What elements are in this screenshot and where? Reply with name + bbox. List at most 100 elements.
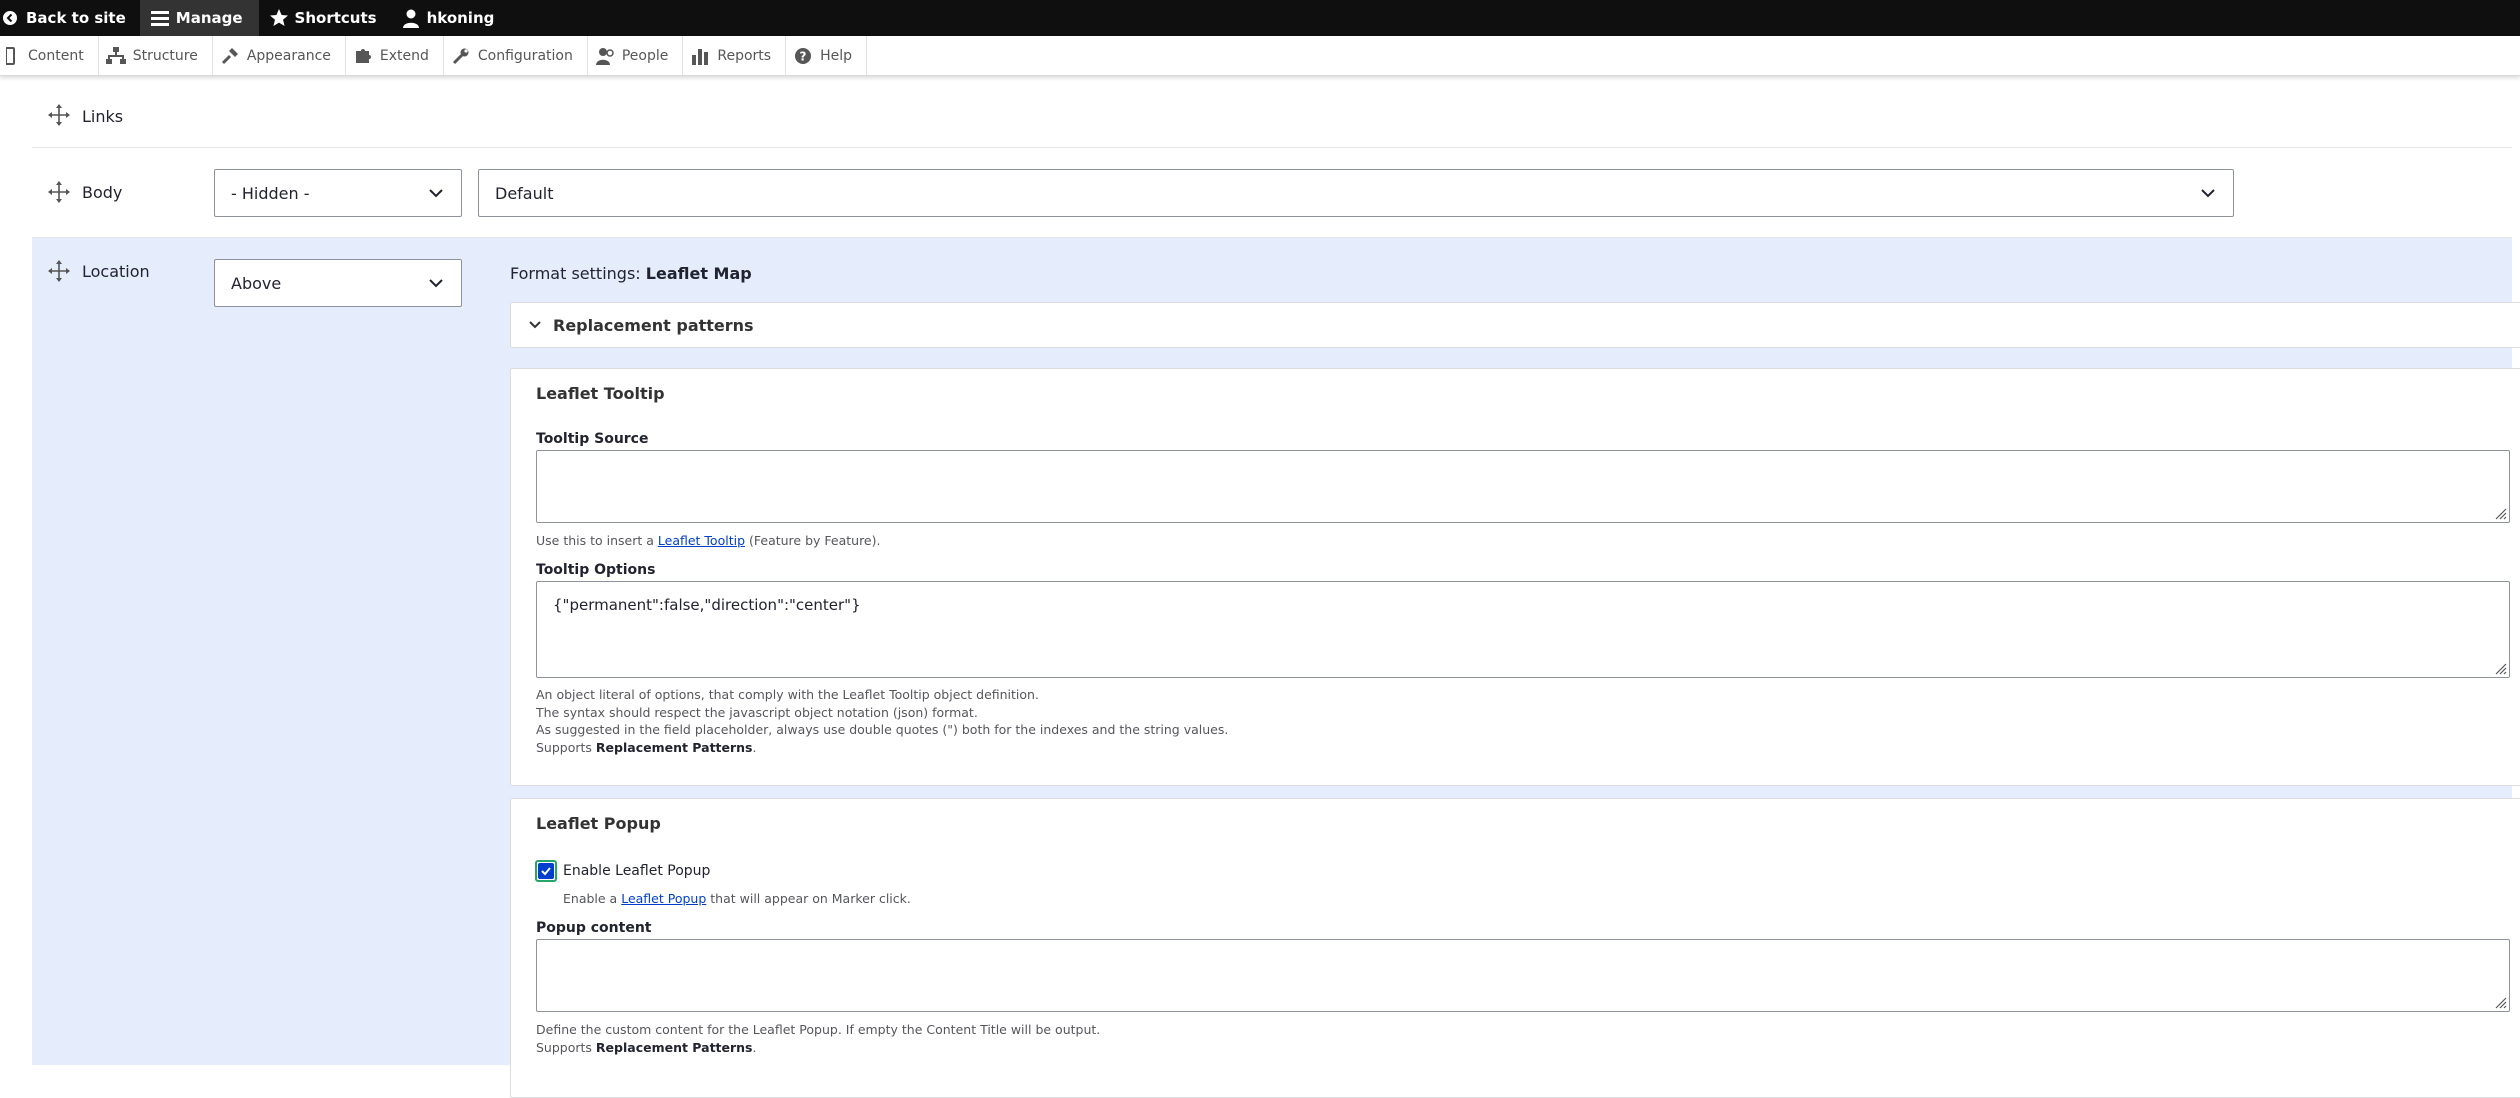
leaflet-tooltip-panel: Leaflet Tooltip Tooltip Source Use this … [510, 368, 2520, 786]
leaflet-popup-heading: Leaflet Popup [536, 814, 661, 833]
replacement-patterns-label: Replacement patterns [553, 315, 754, 335]
chevron-down-icon [527, 317, 543, 333]
back-arrow-icon [0, 8, 20, 28]
resize-grip-icon[interactable] [2493, 995, 2507, 1009]
enable-popup-checkbox[interactable] [535, 860, 557, 882]
tray-item-label: Content [28, 47, 84, 64]
help-line: Supports Replacement Patterns. [536, 1039, 1100, 1057]
checkbox-fill [538, 863, 554, 879]
shortcuts-label: Shortcuts [294, 9, 377, 27]
drag-handle-icon[interactable] [48, 260, 70, 282]
help-text: Supports [536, 1039, 592, 1055]
help-text: Use this to insert a [536, 533, 654, 548]
format-settings-prefix: Format settings: [510, 264, 641, 283]
extend-icon [352, 45, 374, 67]
tray-item-label: People [621, 47, 669, 64]
checkmark-icon [541, 867, 551, 876]
field-label-links: Links [82, 107, 124, 126]
tray-item-people[interactable]: People [588, 36, 684, 75]
back-to-site-label: Back to site [26, 9, 126, 27]
tray-item-extend[interactable]: Extend [346, 36, 444, 75]
tray-item-label: Reports [717, 47, 772, 64]
popup-content-textarea[interactable] [536, 939, 2510, 1012]
tooltip-options-label: Tooltip Options [536, 562, 656, 578]
tooltip-options-help: An object literal of options, that compl… [536, 686, 1228, 756]
select-value: Above [231, 273, 282, 293]
tray-item-label: Configuration [477, 47, 573, 64]
select-value: - Hidden - [231, 183, 310, 203]
admin-toolbar: Back to site Manage Shortcuts hkoning [0, 0, 2520, 36]
popup-content-help: Define the custom content for the Leafle… [536, 1021, 1100, 1056]
field-row-links: Links [32, 92, 2512, 148]
structure-icon [105, 45, 127, 67]
body-format-select[interactable]: Default [478, 169, 2234, 217]
leaflet-tooltip-heading: Leaflet Tooltip [536, 384, 665, 403]
tray-item-label: Help [820, 47, 852, 64]
leaflet-tooltip-link[interactable]: Leaflet Tooltip [658, 533, 745, 548]
help-text: (Feature by Feature). [749, 533, 881, 548]
help-text: Supports [536, 739, 592, 755]
content-icon [0, 45, 22, 67]
enable-popup-label[interactable]: Enable Leaflet Popup [563, 863, 710, 879]
help-bold: Replacement Patterns [595, 739, 753, 755]
help-line: Define the custom content for the Leafle… [536, 1022, 1101, 1037]
tray-item-structure[interactable]: Structure [99, 36, 213, 75]
reports-icon [689, 45, 711, 67]
field-row-location: Location Above Format settings: Leaflet … [32, 238, 2520, 1098]
drag-handle-icon[interactable] [48, 104, 70, 126]
field-label-location: Location [82, 262, 150, 281]
star-icon [269, 8, 289, 28]
popup-content-label: Popup content [536, 920, 652, 936]
tray-item-label: Appearance [246, 47, 331, 64]
help-line: An object literal of options, that compl… [536, 687, 1039, 702]
resize-grip-icon[interactable] [2493, 661, 2507, 675]
help-icon: ? [792, 45, 814, 67]
tray-item-label: Structure [132, 47, 198, 64]
svg-text:?: ? [800, 49, 807, 63]
tray-item-label: Extend [379, 47, 429, 64]
resize-grip-icon[interactable] [2493, 506, 2507, 520]
textarea-value: {"permanent":false,"direction":"center"} [553, 596, 861, 614]
user-tab[interactable]: hkoning [391, 0, 509, 36]
user-label: hkoning [426, 9, 495, 27]
manage-label: Manage [175, 9, 243, 27]
appearance-icon [219, 45, 241, 67]
help-text: that will appear on Marker click. [710, 891, 911, 906]
help-text: . [752, 739, 757, 755]
replacement-patterns-details[interactable]: Replacement patterns [510, 302, 2520, 348]
help-line: The syntax should respect the javascript… [536, 704, 978, 720]
select-value: Default [495, 183, 554, 203]
people-icon [594, 45, 616, 67]
tray-item-help[interactable]: ? Help [786, 36, 867, 75]
help-bold: Replacement Patterns [595, 1039, 753, 1055]
format-settings-title: Format settings: Leaflet Map [510, 264, 752, 283]
leaflet-popup-link[interactable]: Leaflet Popup [621, 891, 706, 906]
tray-item-appearance[interactable]: Appearance [213, 36, 346, 75]
field-row-body: Body - Hidden - Default [32, 149, 2512, 238]
wrench-icon [450, 45, 472, 67]
back-to-site-link[interactable]: Back to site [0, 0, 140, 36]
help-text: Enable a [563, 891, 618, 906]
enable-popup-help: Enable a Leaflet Popup that will appear … [563, 890, 911, 908]
field-label-body: Body [82, 183, 123, 202]
shortcuts-tab[interactable]: Shortcuts [259, 0, 391, 36]
leaflet-popup-panel: Leaflet Popup Enable Leaflet Popup Enabl… [510, 798, 2520, 1098]
hamburger-icon [150, 8, 170, 28]
chevron-down-icon [2199, 184, 2217, 202]
chevron-down-icon [427, 274, 445, 292]
manage-tab[interactable]: Manage [139, 0, 259, 36]
body-label-display-select[interactable]: - Hidden - [214, 169, 462, 217]
tooltip-source-label: Tooltip Source [536, 431, 649, 447]
tooltip-source-textarea[interactable] [536, 450, 2510, 523]
user-icon [401, 8, 421, 28]
tray-item-reports[interactable]: Reports [683, 36, 787, 75]
tooltip-source-help: Use this to insert a Leaflet Tooltip (Fe… [536, 532, 880, 550]
tooltip-options-textarea[interactable]: {"permanent":false,"direction":"center"} [536, 581, 2510, 678]
tray-item-configuration[interactable]: Configuration [444, 36, 588, 75]
tray-item-content[interactable]: Content [0, 36, 99, 75]
chevron-down-icon [427, 184, 445, 202]
admin-tray: Content Structure Appearance Extend Conf… [0, 36, 2520, 76]
drag-handle-icon[interactable] [48, 181, 70, 203]
location-label-display-select[interactable]: Above [214, 259, 462, 307]
format-settings-name: Leaflet Map [645, 264, 752, 283]
